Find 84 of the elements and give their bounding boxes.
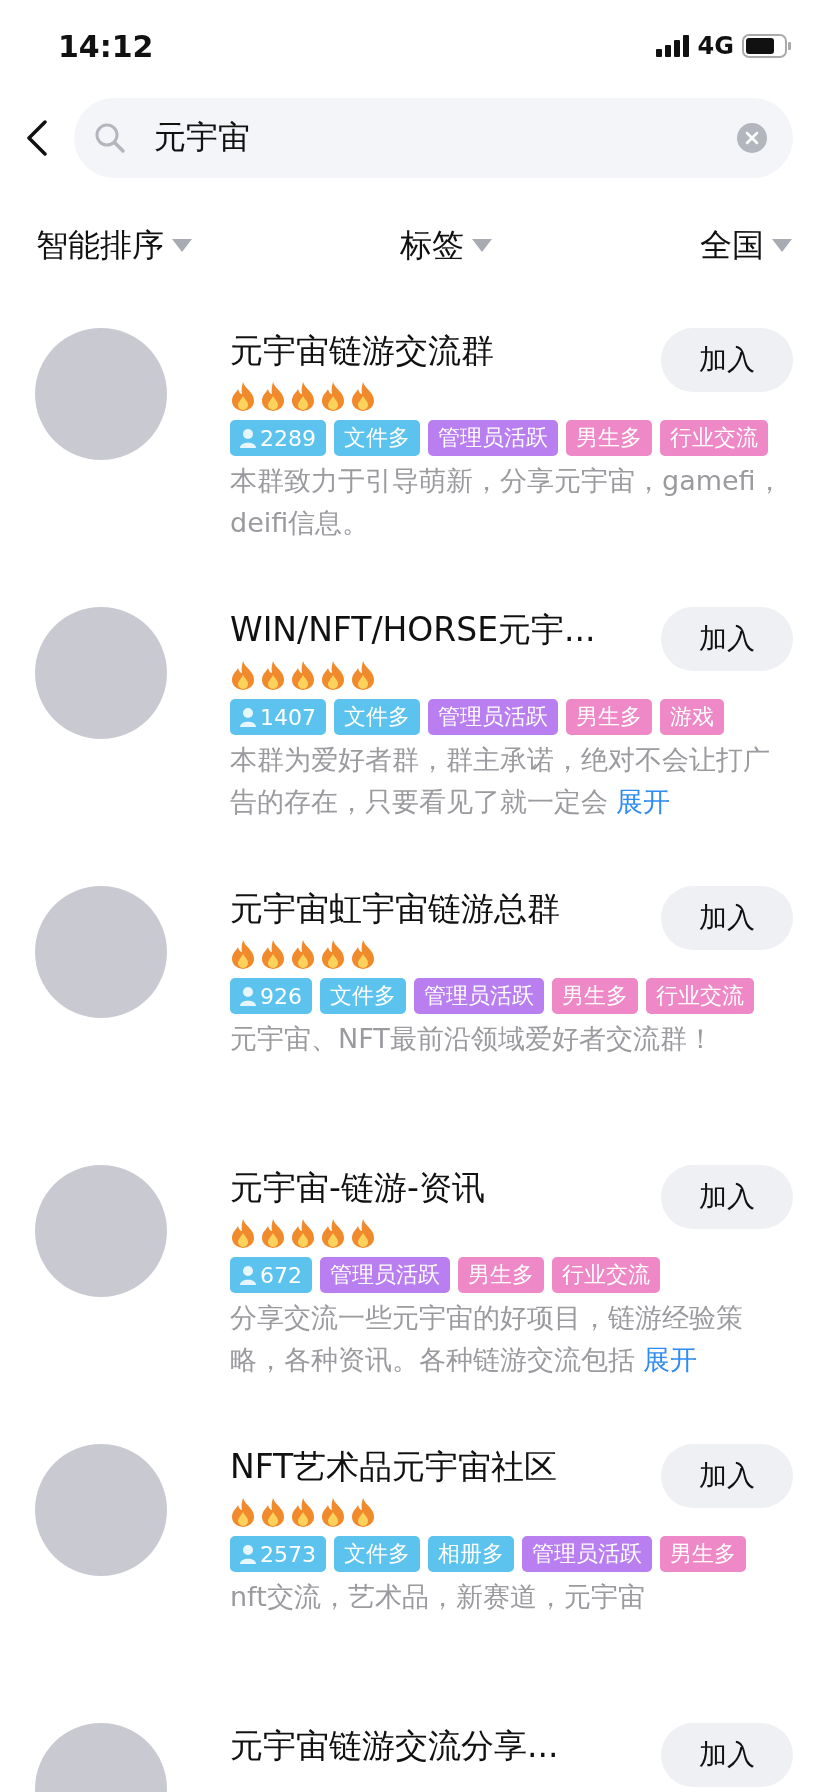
group-tag: 文件多	[334, 1536, 420, 1572]
flame-icon	[290, 1218, 316, 1248]
group-tag: 文件多	[334, 420, 420, 456]
group-tag: 行业交流	[646, 978, 754, 1014]
person-icon	[240, 986, 256, 1006]
join-button[interactable]: 加入	[661, 607, 793, 671]
flame-icon	[350, 939, 376, 969]
filter-dropdown[interactable]: 智能排序	[36, 224, 192, 268]
network-label: 4G	[697, 32, 734, 60]
flame-icon	[260, 660, 286, 690]
flame-icon	[230, 660, 256, 690]
group-title: NFT艺术品元宇宙社区	[230, 1446, 558, 1488]
member-count: 2573	[260, 1541, 316, 1567]
flame-icon	[350, 1218, 376, 1248]
signal-icon	[655, 35, 690, 57]
join-button[interactable]: 加入	[661, 1444, 793, 1508]
caret-icon	[172, 239, 192, 253]
member-count: 2289	[260, 425, 316, 451]
flame-icon	[320, 1497, 346, 1527]
group-tag: 男生多	[566, 699, 652, 735]
group-tag: 游戏	[660, 699, 724, 735]
flame-icon	[230, 381, 256, 411]
group-description: 分享交流一些元宇宙的好项目，链游经验策略，各种资讯。各种链游交流包括 展开	[230, 1301, 744, 1377]
group-title: 元宇宙虹宇宙链游总群	[230, 888, 560, 930]
group-tag: 男生多	[660, 1536, 746, 1572]
flame-icon	[320, 660, 346, 690]
group-title: 元宇宙链游交流分享...	[230, 1725, 559, 1767]
flame-icon	[350, 1497, 376, 1527]
person-icon	[240, 707, 256, 727]
person-icon	[240, 1265, 256, 1285]
person-icon	[240, 428, 256, 448]
group-tag: 管理员活跃	[428, 699, 558, 735]
join-button[interactable]: 加入	[661, 1165, 793, 1229]
join-button[interactable]: 加入	[661, 886, 793, 950]
flame-icon	[230, 1218, 256, 1248]
flame-icon	[230, 1497, 256, 1527]
flame-icon	[350, 660, 376, 690]
group-tag: 行业交流	[660, 420, 768, 456]
flame-icon	[290, 381, 316, 411]
group-description: 元宇宙、NFT最前沿领域爱好者交流群！	[230, 1022, 715, 1056]
group-title: 元宇宙链游交流群	[230, 330, 494, 372]
flame-icon	[290, 939, 316, 969]
group-tag: 文件多	[320, 978, 406, 1014]
status-time: 14:12	[58, 28, 154, 64]
search-field[interactable]: 元宇宙	[74, 98, 793, 178]
join-button[interactable]: 加入	[661, 328, 793, 392]
flame-icon	[290, 1497, 316, 1527]
flame-icon	[260, 1497, 286, 1527]
flame-icon	[260, 939, 286, 969]
flame-icon	[320, 381, 346, 411]
join-button[interactable]: 加入	[661, 1723, 793, 1787]
flame-icon	[320, 1218, 346, 1248]
filter-dropdown[interactable]: 全国	[700, 224, 792, 268]
battery-icon	[742, 34, 792, 58]
group-title: 元宇宙-链游-资讯	[230, 1167, 485, 1209]
flame-icon	[260, 381, 286, 411]
group-tag: 管理员活跃	[320, 1257, 450, 1293]
group-title: WIN/NFT/HORSE元宇...	[230, 609, 596, 651]
group-tag: 男生多	[566, 420, 652, 456]
flame-icon	[230, 939, 256, 969]
group-tag: 男生多	[458, 1257, 544, 1293]
group-tag: 管理员活跃	[522, 1536, 652, 1572]
group-tag: 文件多	[334, 699, 420, 735]
group-tag: 行业交流	[552, 1257, 660, 1293]
flame-icon	[290, 660, 316, 690]
back-icon[interactable]	[26, 120, 48, 156]
group-tag: 管理员活跃	[428, 420, 558, 456]
member-count: 672	[260, 1262, 302, 1288]
flame-icon	[320, 939, 346, 969]
member-count: 1407	[260, 704, 316, 730]
group-description: 本群为爱好者群，群主承诺，绝对不会让打广告的存在，只要看见了就一定会 展开	[230, 743, 771, 819]
flame-icon	[350, 381, 376, 411]
group-tag: 男生多	[552, 978, 638, 1014]
person-icon	[240, 1544, 256, 1564]
group-description: nft交流，艺术品，新赛道，元宇宙	[230, 1580, 646, 1614]
filter-dropdown[interactable]: 标签	[400, 224, 492, 268]
search-icon	[94, 122, 126, 154]
caret-icon	[472, 239, 492, 253]
flame-icon	[260, 1218, 286, 1248]
caret-icon	[772, 239, 792, 253]
group-tag: 管理员活跃	[414, 978, 544, 1014]
group-tag: 相册多	[428, 1536, 514, 1572]
group-description: 本群致力于引导萌新，分享元宇宙，gamefi，deifi信息。	[230, 464, 784, 540]
member-count: 926	[260, 983, 302, 1009]
